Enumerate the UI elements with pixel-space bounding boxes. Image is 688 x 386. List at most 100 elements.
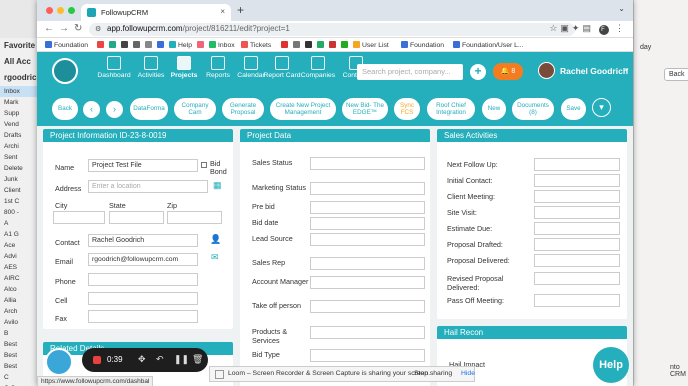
folder-item[interactable]: AIRC <box>0 273 41 284</box>
zoom-window-button[interactable] <box>68 7 75 14</box>
folder-item[interactable]: Ace <box>0 240 41 251</box>
name-field[interactable]: Project Test File <box>88 159 198 172</box>
zip-field[interactable] <box>167 211 222 224</box>
pause-icon[interactable]: ❚❚ <box>174 354 189 365</box>
folder-item[interactable]: Arch <box>0 306 41 317</box>
bookmark-item[interactable] <box>133 41 142 49</box>
folder-item[interactable]: Supp <box>0 108 41 119</box>
project-data-field[interactable] <box>310 276 425 289</box>
project-data-field[interactable] <box>310 157 425 170</box>
tab-search-chevron-icon[interactable]: ⌄ <box>618 4 625 13</box>
folder-item[interactable]: Advi <box>0 251 41 262</box>
create-project-management-button[interactable]: Create New Project Management <box>269 97 337 121</box>
email-field[interactable]: rgoodrich@followupcrm.com <box>88 253 198 266</box>
roof-chief-integration-button[interactable]: Roof Chief Integration <box>426 97 476 121</box>
contact-person-icon[interactable]: 👤 <box>210 234 221 245</box>
bookmark-item[interactable]: Foundation/User L... <box>453 41 524 49</box>
folder-item[interactable]: Best <box>0 350 41 361</box>
project-search-input[interactable]: Search project, company... <box>357 64 463 80</box>
back-button[interactable]: Back <box>51 97 79 121</box>
folder-item[interactable]: Mark <box>0 97 41 108</box>
bookmark-item[interactable] <box>109 41 118 49</box>
project-data-field[interactable] <box>310 233 425 246</box>
favorites-header[interactable]: Favorite <box>0 38 41 54</box>
background-back-button[interactable]: Back <box>664 68 688 81</box>
sync-fcs-button[interactable]: Sync FCS <box>393 97 421 121</box>
avatar[interactable] <box>538 62 555 79</box>
all-accounts-header[interactable]: All Acc <box>0 54 41 70</box>
nav-dashboard[interactable]: Dashboard <box>95 56 133 79</box>
bookmark-item[interactable] <box>329 41 338 49</box>
sales-activity-date-field[interactable] <box>534 272 620 285</box>
generate-proposal-button[interactable]: Generate Proposal <box>221 97 265 121</box>
profile-avatar[interactable]: F <box>599 25 610 35</box>
project-data-field[interactable] <box>310 257 425 270</box>
address-field[interactable]: Enter a location <box>88 180 208 193</box>
bookmark-item[interactable]: User List <box>353 41 389 49</box>
bookmark-item[interactable]: Tickets <box>241 41 271 49</box>
project-data-field[interactable] <box>310 201 425 214</box>
folder-item[interactable]: Client <box>0 185 41 196</box>
new-bid-edge-button[interactable]: New Bid- The EDGE™ <box>341 97 389 121</box>
bookmark-item[interactable] <box>157 41 166 49</box>
email-icon[interactable]: ✉ <box>211 252 219 263</box>
folder-item[interactable]: Vend <box>0 119 41 130</box>
bookmark-item[interactable]: Help <box>169 41 192 49</box>
bookmark-item[interactable] <box>281 41 290 49</box>
project-data-field[interactable] <box>310 349 425 362</box>
project-data-field[interactable] <box>310 182 425 195</box>
folder-item[interactable]: A1 G <box>0 229 41 240</box>
project-data-field[interactable] <box>310 217 425 230</box>
nav-report-card[interactable]: Report Card <box>263 56 301 79</box>
url-field[interactable]: ⚙ app.followupcrm.com/project/816211/edi… <box>89 23 575 36</box>
folder-item[interactable]: Sent <box>0 152 41 163</box>
save-button[interactable]: Save <box>560 97 587 121</box>
sales-activity-date-field[interactable] <box>534 174 620 187</box>
bookmark-item[interactable] <box>293 41 302 49</box>
folder-item[interactable]: Inbox <box>0 86 41 97</box>
reload-icon[interactable]: ↻ <box>74 23 82 34</box>
more-actions-button[interactable]: ▾ <box>592 98 611 117</box>
documents-button[interactable]: Documents (8) <box>511 97 555 121</box>
notification-badge[interactable]: 🔔 8 <box>493 63 523 80</box>
folder-item[interactable]: 1st C <box>0 196 41 207</box>
restart-icon[interactable]: ↶ <box>156 354 164 365</box>
hide-sharing-button[interactable]: Hide <box>461 370 475 377</box>
folder-item[interactable]: Drafts <box>0 130 41 141</box>
sales-activity-date-field[interactable] <box>534 158 620 171</box>
company-cam-button[interactable]: Company Cam <box>173 97 217 121</box>
delete-icon[interactable]: 🗑 <box>192 354 203 365</box>
forward-arrow-icon[interactable]: → <box>59 23 69 34</box>
folder-item[interactable]: C <box>0 372 41 383</box>
new-button[interactable]: New <box>481 97 507 121</box>
folder-item[interactable]: Junk <box>0 174 41 185</box>
sales-activity-date-field[interactable] <box>534 206 620 219</box>
account-header[interactable]: rgoodric <box>0 70 41 86</box>
bookmark-item[interactable] <box>121 41 130 49</box>
previous-project-button[interactable]: ‹ <box>82 100 101 119</box>
add-new-button[interactable]: + <box>470 64 486 80</box>
followupcrm-logo[interactable] <box>52 58 78 84</box>
drag-handle-icon[interactable]: ✥ <box>138 354 146 365</box>
loom-camera-bubble[interactable] <box>45 348 73 376</box>
folder-item[interactable]: Alco <box>0 284 41 295</box>
city-field[interactable] <box>53 211 105 224</box>
browser-tab[interactable]: FollowupCRM × <box>81 4 231 21</box>
minimize-window-button[interactable] <box>57 7 64 14</box>
project-data-field[interactable] <box>310 300 425 313</box>
contact-field[interactable]: Rachel Goodrich <box>88 234 198 247</box>
close-tab-icon[interactable]: × <box>220 7 225 16</box>
folder-item[interactable]: B <box>0 328 41 339</box>
bookmark-item[interactable] <box>197 41 206 49</box>
folder-item[interactable]: AES <box>0 262 41 273</box>
folder-item[interactable]: Best <box>0 339 41 350</box>
bookmark-item[interactable] <box>341 41 350 49</box>
extension-icons[interactable]: ☆▣✦▤ F ⋮ <box>549 23 627 35</box>
sales-activity-date-field[interactable] <box>534 222 620 235</box>
site-info-icon[interactable]: ⚙ <box>95 25 101 33</box>
sales-activity-date-field[interactable] <box>534 254 620 267</box>
sales-activity-date-field[interactable] <box>534 294 620 307</box>
map-icon[interactable]: ▦ <box>213 180 222 191</box>
bookmark-item[interactable] <box>305 41 314 49</box>
folder-item[interactable]: 800 - <box>0 207 41 218</box>
